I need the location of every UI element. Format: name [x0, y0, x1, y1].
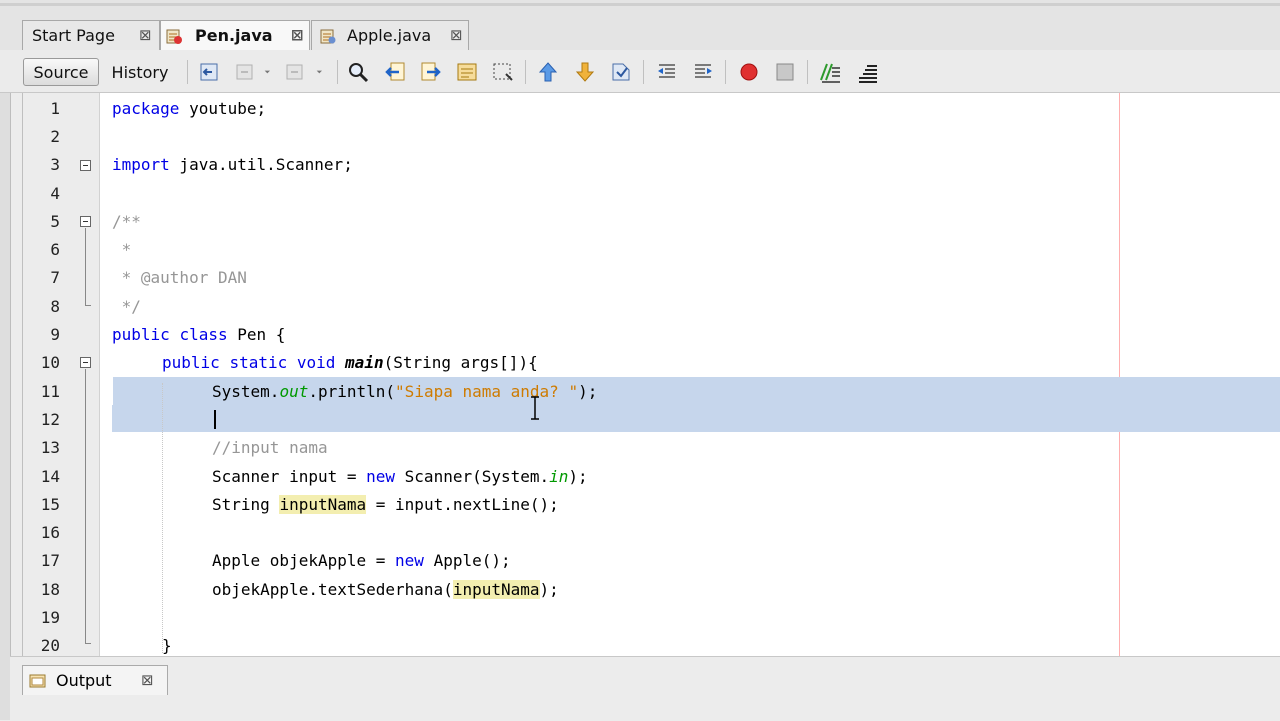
line-number: 16 [40, 523, 60, 542]
right-margin-guide [1119, 93, 1120, 656]
code-line: Scanner input = new Scanner(System.in); [212, 467, 588, 486]
tab-label: Start Page [32, 26, 115, 45]
line-number: 5 [50, 212, 60, 231]
line-number: 13 [40, 438, 60, 457]
tab-label: Pen.java [195, 26, 273, 45]
java-file-icon [166, 29, 182, 44]
line-number: 15 [40, 495, 60, 514]
find-previous-icon[interactable] [383, 60, 407, 84]
forward-icon[interactable] [284, 60, 308, 84]
mark-occurrence: inputNama [279, 495, 367, 514]
last-edit-icon[interactable] [198, 60, 222, 84]
fold-toggle-icon[interactable] [80, 216, 91, 227]
selection-highlight [112, 405, 1280, 432]
text-caret [214, 410, 216, 429]
line-number: 6 [50, 240, 60, 259]
line-number: 19 [40, 608, 60, 627]
close-icon[interactable]: ⊠ [291, 26, 304, 44]
code-editor[interactable]: 1 2 3 4 5 6 7 8 9 10 11 12 13 14 15 16 1… [22, 93, 1280, 656]
find-next-icon[interactable] [419, 60, 443, 84]
search-icon[interactable] [346, 60, 370, 84]
code-line: public static void main(String args[]){ [162, 353, 538, 372]
mark-occurrence: inputNama [452, 580, 540, 599]
line-number: 9 [50, 325, 60, 344]
start-macro-recording-icon[interactable] [737, 60, 761, 84]
code-line: package youtube; [112, 99, 267, 118]
line-number: 3 [50, 155, 60, 174]
toggle-bookmark-icon[interactable] [609, 60, 633, 84]
editor-tab-bar: Start Page ⊠ Pen.java ⊠ Apple.java ⊠ [0, 0, 1280, 51]
history-button[interactable]: History [104, 58, 176, 86]
code-line: Apple objekApple = new Apple(); [212, 551, 511, 570]
code-line: //input nama [212, 438, 328, 457]
toggle-highlight-icon[interactable] [455, 60, 479, 84]
line-number: 7 [50, 268, 60, 287]
code-line: objekApple.textSederhana(inputNama); [212, 580, 559, 599]
line-number: 8 [50, 297, 60, 316]
editor-toolbar: Source History [0, 50, 1280, 93]
source-button[interactable]: Source [23, 58, 99, 86]
fold-toggle-icon[interactable] [80, 357, 91, 368]
shift-left-icon[interactable] [655, 60, 679, 84]
chevron-down-icon[interactable] [314, 60, 330, 84]
close-icon[interactable]: ⊠ [141, 671, 154, 689]
code-line: String inputNama = input.nextLine(); [212, 495, 559, 514]
java-file-icon [320, 29, 336, 44]
line-number: 11 [40, 382, 60, 401]
tab-apple-java[interactable]: Apple.java ⊠ [311, 20, 469, 50]
close-icon[interactable]: ⊠ [139, 26, 152, 44]
line-number: 20 [40, 636, 60, 655]
back-icon[interactable] [234, 60, 258, 84]
uncomment-icon[interactable] [855, 60, 879, 84]
code-line: */ [112, 297, 141, 316]
line-number: 4 [50, 184, 60, 203]
tab-pen-java[interactable]: Pen.java ⊠ [160, 20, 310, 51]
chevron-down-icon[interactable] [262, 60, 278, 84]
ibeam-cursor-icon [531, 396, 539, 420]
close-icon[interactable]: ⊠ [450, 26, 463, 44]
tab-start-page[interactable]: Start Page ⊠ [22, 20, 160, 50]
output-panel: Output ⊠ [10, 656, 1280, 721]
previous-bookmark-icon[interactable] [536, 60, 560, 84]
tab-label: Apple.java [347, 26, 432, 45]
stop-macro-recording-icon[interactable] [773, 60, 797, 84]
line-number: 14 [40, 467, 60, 486]
code-line: import java.util.Scanner; [112, 155, 353, 174]
tab-label: Output [56, 671, 112, 690]
code-line: * @author DAN [112, 268, 247, 287]
line-number: 12 [40, 410, 60, 429]
line-number: 2 [50, 127, 60, 146]
shift-right-icon[interactable] [691, 60, 715, 84]
output-window-icon [29, 674, 46, 688]
code-line: } [162, 636, 172, 655]
code-line: public class Pen { [112, 325, 286, 344]
code-line: * [112, 240, 132, 259]
next-bookmark-icon[interactable] [573, 60, 597, 84]
line-number: 18 [40, 580, 60, 599]
comment-icon[interactable] [818, 60, 842, 84]
line-number: 10 [40, 353, 60, 372]
toggle-selection-icon[interactable] [491, 60, 515, 84]
line-number-gutter: 1 2 3 4 5 6 7 8 9 10 11 12 13 14 15 16 1… [23, 93, 100, 656]
line-number: 1 [50, 99, 60, 118]
code-line: /** [112, 212, 141, 231]
left-window-edge [0, 0, 11, 720]
line-number: 17 [40, 551, 60, 570]
fold-toggle-icon[interactable] [80, 160, 91, 171]
tab-output[interactable]: Output ⊠ [22, 665, 168, 695]
